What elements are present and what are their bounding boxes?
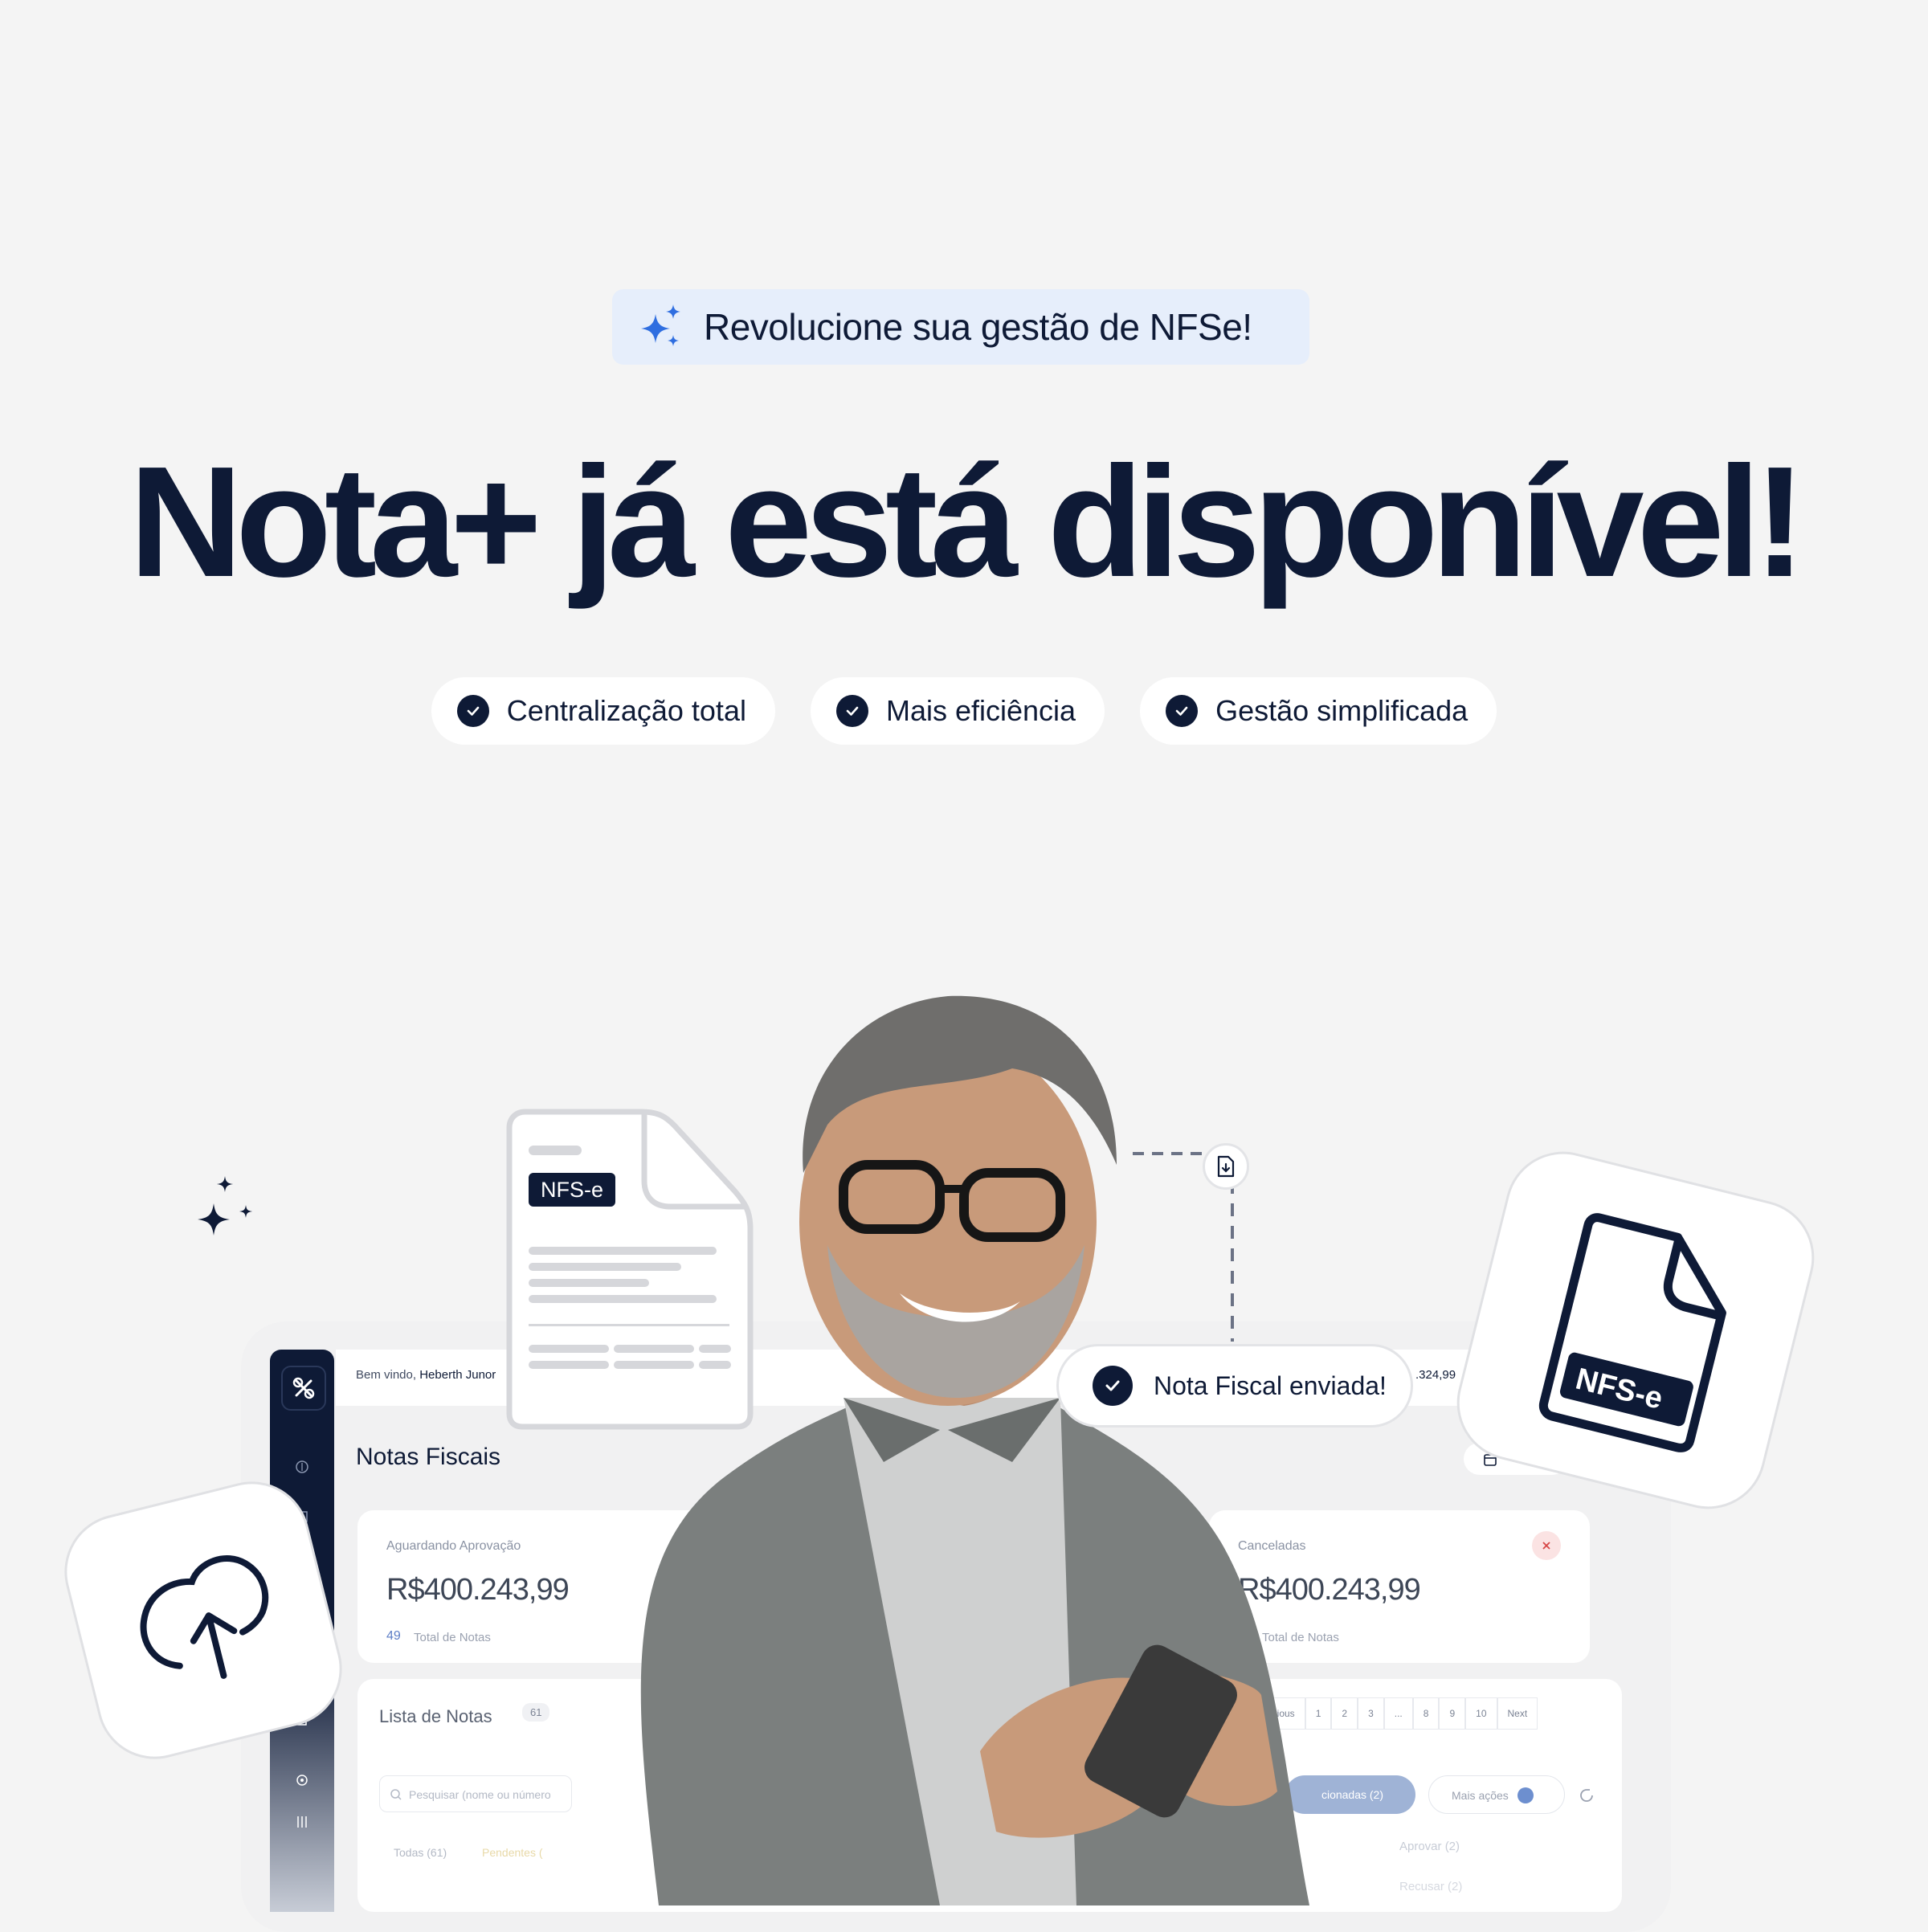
stat-count-label: Total de Notas (414, 1631, 491, 1644)
check-icon (1166, 695, 1199, 727)
pager-page[interactable]: 10 (1465, 1697, 1497, 1730)
more-actions-label: Mais ações (1452, 1789, 1509, 1802)
dollar-icon[interactable] (294, 1459, 310, 1475)
refresh-icon[interactable] (1576, 1785, 1597, 1806)
search-icon (390, 1789, 402, 1800)
info-icon (1517, 1787, 1534, 1803)
pager-ellipsis: ... (1383, 1697, 1413, 1730)
file-download-icon (1217, 1155, 1235, 1178)
toast-notification: Nota Fiscal enviada! (1056, 1344, 1413, 1428)
headline: Nota+ já está disponível! (129, 434, 1807, 610)
logo-icon (292, 1377, 315, 1399)
person-illustration (640, 995, 1309, 1905)
pager-next[interactable]: Next (1497, 1697, 1538, 1730)
page-title: Notas Fiscais (356, 1444, 501, 1470)
search-input[interactable]: Pesquisar (nome ou número (379, 1775, 572, 1812)
tab-all[interactable]: Todas (61) (394, 1846, 447, 1859)
more-actions-button[interactable]: Mais ações (1428, 1775, 1565, 1814)
nfse-file-icon (1538, 1213, 1726, 1452)
feature-pill-centralization: Centralização total (431, 677, 775, 745)
check-icon (456, 695, 489, 727)
feature-pill-efficiency: Mais eficiência (810, 677, 1105, 745)
badge-text: Revolucione sua gestão de NFSe! (704, 306, 1252, 348)
pager-page[interactable]: 8 (1412, 1697, 1440, 1730)
announcement-badge: Revolucione sua gestão de NFSe! (612, 289, 1309, 365)
pager-page[interactable]: 9 (1439, 1697, 1466, 1730)
feature-label: Centralização total (506, 694, 746, 727)
user-name: Heberth Junor (419, 1368, 496, 1382)
menu-item-approve[interactable]: Aprovar (2) (1399, 1840, 1460, 1853)
stat-value: R$400.243,99 (386, 1573, 570, 1607)
tab-pending[interactable]: Pendentes ( (482, 1846, 543, 1859)
check-icon (1093, 1366, 1133, 1406)
toast-text: Nota Fiscal enviada! (1154, 1370, 1387, 1400)
welcome-text: Bem vindo, Heberth Junor (356, 1368, 496, 1382)
menu-item-refuse[interactable]: Recusar (2) (1399, 1880, 1462, 1893)
stars-icon (198, 1176, 252, 1236)
list-count-badge: 61 (522, 1703, 550, 1722)
check-icon (835, 695, 868, 727)
feature-label: Gestão simplificada (1215, 694, 1468, 727)
sliders-icon[interactable] (294, 1814, 310, 1830)
feature-label: Mais eficiência (885, 694, 1076, 727)
cloud-upload-icon (140, 1555, 269, 1679)
pager-page[interactable]: 2 (1331, 1697, 1358, 1730)
app-logo (281, 1366, 326, 1411)
download-document-badge (1203, 1143, 1249, 1190)
sparkles-icon (641, 304, 680, 346)
welcome-prefix: Bem vindo, (356, 1368, 417, 1382)
amount-peek: .324,99 (1415, 1368, 1456, 1382)
feature-pill-simplified: Gestão simplificada (1140, 677, 1497, 745)
stat-label: Aguardando Aprovação (386, 1539, 521, 1553)
close-icon[interactable] (1532, 1531, 1561, 1560)
settings-icon[interactable] (294, 1772, 310, 1788)
feature-list: Centralização total Mais eficiência Gest… (0, 677, 1928, 745)
search-placeholder: Pesquisar (nome ou número (409, 1788, 551, 1801)
pager-page[interactable]: 3 (1358, 1697, 1384, 1730)
list-title: Lista de Notas (379, 1706, 492, 1726)
stat-count: 49 (386, 1629, 401, 1643)
